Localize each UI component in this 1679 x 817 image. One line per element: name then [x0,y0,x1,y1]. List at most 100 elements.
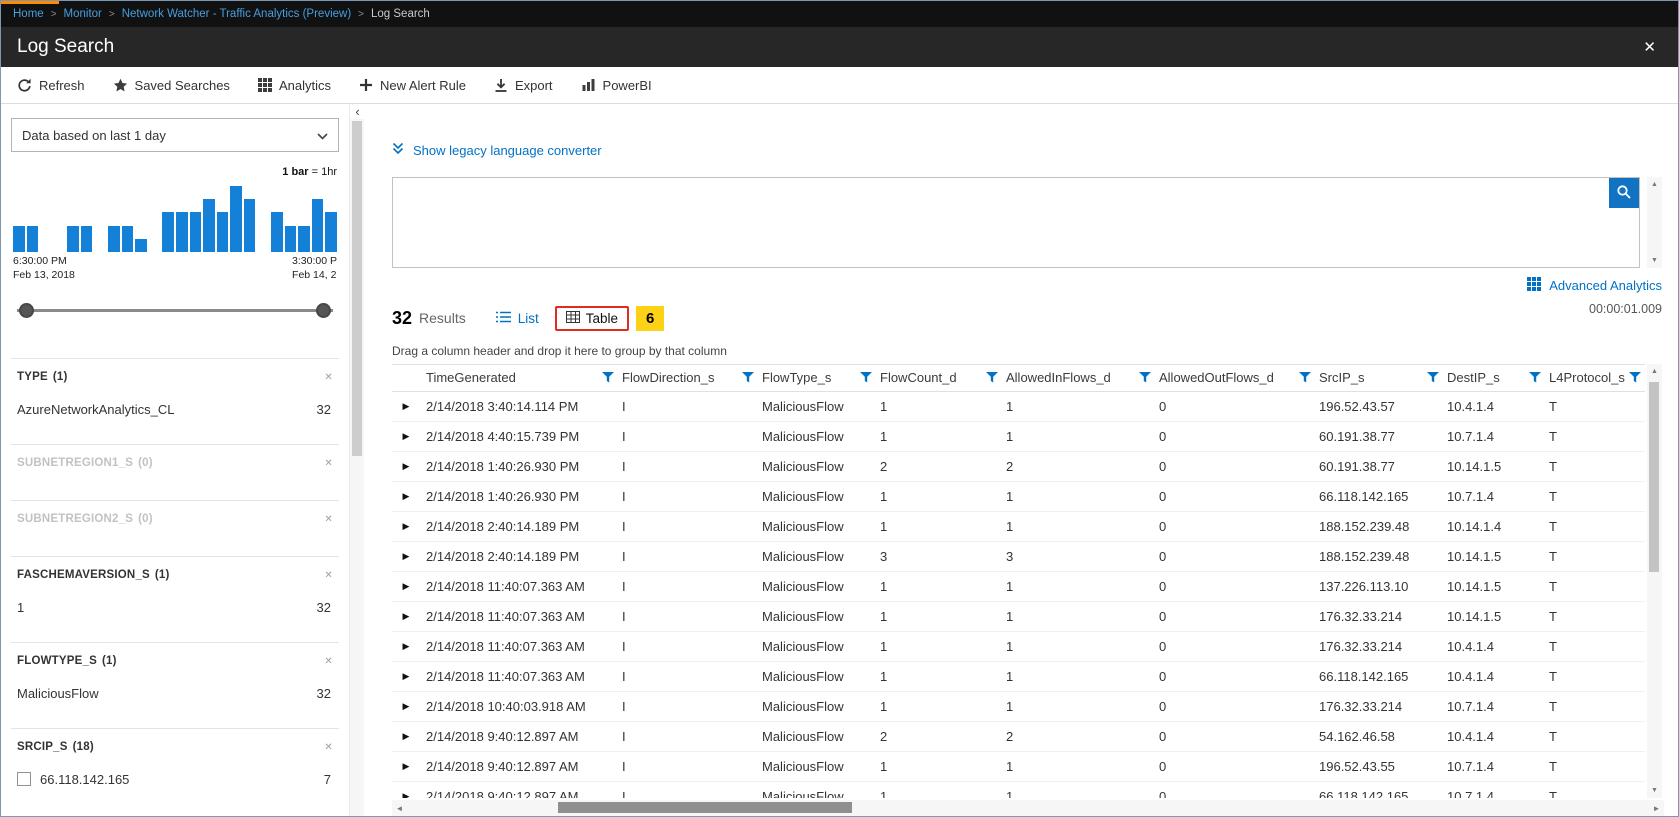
advanced-analytics-link[interactable]: Advanced Analytics [392,277,1662,294]
table-row[interactable]: ▶2/14/2018 2:40:14.189 PMIMaliciousFlow1… [392,511,1645,541]
filter-icon[interactable] [1299,372,1311,383]
table-row[interactable]: ▶2/14/2018 9:40:12.897 AMIMaliciousFlow1… [392,781,1645,798]
expand-row-icon[interactable]: ▶ [392,541,424,571]
facet-close-icon[interactable]: ✕ [324,372,337,383]
toolbar-analytics[interactable]: Analytics [258,78,331,93]
scroll-up-icon[interactable]: ▲ [1647,364,1662,379]
checkbox[interactable] [17,772,31,786]
table-hscroll-thumb[interactable] [558,802,852,813]
toolbar-saved-searches[interactable]: Saved Searches [113,78,230,93]
table-cell: 1 [1004,691,1157,721]
facet-close-icon[interactable]: ✕ [324,656,337,667]
expand-row-icon[interactable]: ▶ [392,691,424,721]
table-row[interactable]: ▶2/14/2018 1:40:26.930 PMIMaliciousFlow1… [392,481,1645,511]
expand-row-icon[interactable]: ▶ [392,451,424,481]
facet-close-icon[interactable]: ✕ [324,514,337,525]
scroll-left-icon[interactable]: ◄ [392,800,407,816]
facet-value[interactable]: 132 [17,598,337,616]
column-header-flowdirection_s[interactable]: FlowDirection_s [620,365,760,391]
scroll-down-icon[interactable]: ▼ [1647,783,1662,798]
toolbar-powerbi[interactable]: PowerBI [581,78,652,93]
table-horizontal-scrollbar[interactable]: ◄ ► [392,800,1664,816]
slider-handle-left[interactable] [19,303,34,318]
toolbar-refresh[interactable]: Refresh [17,78,85,93]
table-row[interactable]: ▶2/14/2018 11:40:07.363 AMIMaliciousFlow… [392,631,1645,661]
scroll-down-icon[interactable]: ▼ [1647,253,1662,268]
sidebar-scrollbar-thumb[interactable] [352,121,362,456]
toolbar-export[interactable]: Export [494,78,553,93]
expand-row-icon[interactable]: ▶ [392,721,424,751]
facet-close-icon[interactable]: ✕ [324,742,337,753]
search-button[interactable] [1609,178,1639,208]
filter-icon[interactable] [1529,372,1541,383]
expand-row-icon[interactable]: ▶ [392,661,424,691]
expand-row-icon[interactable]: ▶ [392,421,424,451]
view-toggle-table[interactable]: Table [555,306,629,331]
expand-row-icon[interactable]: ▶ [392,601,424,631]
facet-value[interactable]: AzureNetworkAnalytics_CL32 [17,400,337,418]
breadcrumb-item[interactable]: Monitor [64,8,102,20]
sidebar-scrollbar[interactable]: ‹ [349,104,364,816]
slider-track[interactable] [17,309,333,312]
table-cell: 10.4.1.4 [1445,631,1547,661]
expand-row-icon[interactable]: ▶ [392,511,424,541]
table-row[interactable]: ▶2/14/2018 9:40:12.897 AMIMaliciousFlow1… [392,751,1645,781]
filter-icon[interactable] [742,372,754,383]
expand-row-icon[interactable]: ▶ [392,781,424,798]
expand-row-icon[interactable]: ▶ [392,481,424,511]
close-icon[interactable]: ✕ [1637,38,1662,56]
table-row[interactable]: ▶2/14/2018 2:40:14.189 PMIMaliciousFlow3… [392,541,1645,571]
column-header-allowedinflows_d[interactable]: AllowedInFlows_d [1004,365,1157,391]
time-range-dropdown[interactable]: Data based on last 1 day [11,118,339,152]
facet-value[interactable]: MaliciousFlow32 [17,684,337,702]
table-row[interactable]: ▶2/14/2018 1:40:26.930 PMIMaliciousFlow2… [392,451,1645,481]
column-header-destip_s[interactable]: DestIP_s [1445,365,1547,391]
filter-icon[interactable] [602,372,614,383]
filter-icon[interactable] [860,372,872,383]
slider-handle-right[interactable] [316,303,331,318]
table-row[interactable]: ▶2/14/2018 4:40:15.739 PMIMaliciousFlow1… [392,421,1645,451]
table-cell: MaliciousFlow [760,631,878,661]
table-cell: 0 [1157,661,1317,691]
table-row[interactable]: ▶2/14/2018 10:40:03.918 AMIMaliciousFlow… [392,691,1645,721]
table-vscroll-thumb[interactable] [1649,382,1659,572]
scroll-right-icon[interactable]: ► [1649,800,1664,816]
expand-row-icon[interactable]: ▶ [392,751,424,781]
table-row[interactable]: ▶2/14/2018 9:40:12.897 AMIMaliciousFlow2… [392,721,1645,751]
facet-close-icon[interactable]: ✕ [324,458,337,469]
legacy-converter-link[interactable]: Show legacy language converter [413,143,602,158]
table-row[interactable]: ▶2/14/2018 3:40:14.114 PMIMaliciousFlow1… [392,391,1645,421]
collapse-sidebar-icon[interactable]: ‹ [350,104,365,119]
filter-icon[interactable] [1139,372,1151,383]
column-header-allowedoutflows_d[interactable]: AllowedOutFlows_d [1157,365,1317,391]
filter-icon[interactable] [986,372,998,383]
results-table-container: TimeGeneratedFlowDirection_sFlowType_sFl… [392,364,1645,798]
view-toggle-list[interactable]: List [496,311,539,326]
expand-row-icon[interactable]: ▶ [392,391,424,421]
facet-value[interactable]: 66.118.142.1657 [17,770,337,788]
time-range-slider[interactable] [17,303,333,318]
column-header-flowtype_s[interactable]: FlowType_s [760,365,878,391]
query-scrollbar[interactable]: ▲ ▼ [1647,177,1662,268]
facet-header: SRCIP_S(18)✕ [17,741,337,753]
expand-row-icon[interactable]: ▶ [392,631,424,661]
filter-icon[interactable] [1427,372,1439,383]
query-input[interactable] [393,178,1639,267]
facet-close-icon[interactable]: ✕ [324,570,337,581]
expand-row-icon[interactable]: ▶ [392,571,424,601]
breadcrumb-separator: > [109,9,115,20]
filter-icon[interactable] [1629,372,1641,383]
breadcrumb-item[interactable]: Home [13,8,44,20]
breadcrumb-item[interactable]: Network Watcher - Traffic Analytics (Pre… [122,8,351,20]
column-header-flowcount_d[interactable]: FlowCount_d [878,365,1004,391]
table-row[interactable]: ▶2/14/2018 11:40:07.363 AMIMaliciousFlow… [392,601,1645,631]
toolbar-new-alert-rule[interactable]: New Alert Rule [359,78,466,93]
column-header-timegenerated[interactable]: TimeGenerated [424,365,620,391]
table-row[interactable]: ▶2/14/2018 11:40:07.363 AMIMaliciousFlow… [392,571,1645,601]
scroll-up-icon[interactable]: ▲ [1647,177,1662,192]
table-vertical-scrollbar[interactable]: ▲ ▼ [1647,364,1662,798]
column-header-l4protocol_s[interactable]: L4Protocol_s [1547,365,1645,391]
time-histogram[interactable] [13,186,337,252]
table-row[interactable]: ▶2/14/2018 11:40:07.363 AMIMaliciousFlow… [392,661,1645,691]
column-header-srcip_s[interactable]: SrcIP_s [1317,365,1445,391]
